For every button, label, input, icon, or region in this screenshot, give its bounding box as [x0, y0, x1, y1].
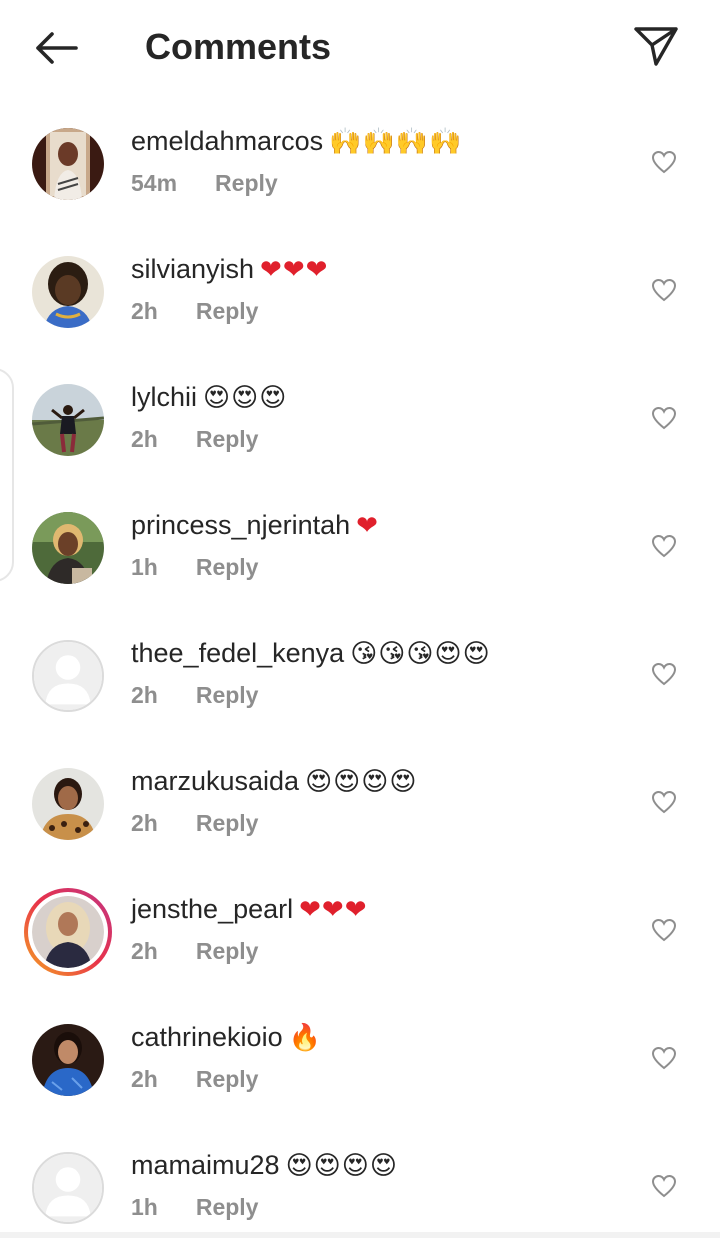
comment-time: 1h — [131, 1194, 158, 1220]
comment-text: thee_fedel_kenya 😘😘😘😍😍 2h Reply — [131, 634, 630, 711]
reply-button[interactable]: Reply — [196, 423, 259, 455]
avatar[interactable] — [32, 384, 104, 456]
comment-body: 🙌🙌🙌🙌 — [329, 127, 463, 157]
comment-body: 😍😍😍 — [203, 383, 288, 413]
comment-time: 2h — [131, 938, 158, 964]
comment-text: emeldahmarcos 🙌🙌🙌🙌 54m Reply — [131, 122, 630, 199]
page-title: Comments — [145, 26, 332, 67]
like-button[interactable] — [648, 914, 680, 946]
reply-button[interactable]: Reply — [196, 1063, 259, 1095]
heart-icon — [651, 662, 677, 686]
comment-time: 1h — [131, 554, 158, 580]
back-button[interactable] — [28, 24, 84, 72]
comment-username[interactable]: emeldahmarcos — [131, 126, 323, 156]
comment-body: ❤ — [356, 511, 379, 541]
comment-body: ❤❤❤ — [260, 255, 329, 285]
comment-text: cathrinekioio 🔥 2h Reply — [131, 1018, 630, 1095]
comment-text: silvianyish ❤❤❤ 2h Reply — [131, 250, 630, 327]
comment-body: 😍😍😍😍 — [285, 1151, 398, 1181]
header-bar: Comments — [0, 0, 720, 96]
like-button[interactable] — [648, 786, 680, 818]
comment-username[interactable]: cathrinekioio — [131, 1022, 283, 1052]
comment-item: emeldahmarcos 🙌🙌🙌🙌 54m Reply — [0, 100, 720, 228]
comment-text: jensthe_pearl ❤❤❤ 2h Reply — [131, 890, 630, 967]
comment-text: mamaimu28 😍😍😍😍 1h Reply — [131, 1146, 630, 1223]
like-button[interactable] — [648, 658, 680, 690]
reply-button[interactable]: Reply — [196, 679, 259, 711]
comment-time: 2h — [131, 426, 158, 452]
comment-text: marzukusaida 😍😍😍😍 2h Reply — [131, 762, 630, 839]
reply-button[interactable]: Reply — [196, 1191, 259, 1223]
share-button[interactable] — [628, 20, 684, 72]
comment-item: thee_fedel_kenya 😘😘😘😍😍 2h Reply — [0, 612, 720, 740]
reply-button[interactable]: Reply — [196, 551, 259, 583]
comment-item: lylchii 😍😍😍 2h Reply — [0, 356, 720, 484]
comment-username[interactable]: mamaimu28 — [131, 1150, 280, 1180]
comment-item: princess_njerintah ❤ 1h Reply — [0, 484, 720, 612]
like-button[interactable] — [648, 146, 680, 178]
avatar[interactable] — [32, 1152, 104, 1224]
comment-time: 2h — [131, 1066, 158, 1092]
comment-username[interactable]: princess_njerintah — [131, 510, 350, 540]
comment-text: princess_njerintah ❤ 1h Reply — [131, 506, 630, 583]
reply-button[interactable]: Reply — [215, 167, 278, 199]
comment-body: 😍😍😍😍 — [305, 767, 418, 797]
arrow-left-icon — [36, 32, 78, 64]
avatar[interactable] — [32, 512, 104, 584]
comments-list: emeldahmarcos 🙌🙌🙌🙌 54m Reply silvianyish… — [0, 100, 720, 1252]
like-button[interactable] — [648, 530, 680, 562]
heart-icon — [651, 790, 677, 814]
reply-button[interactable]: Reply — [196, 807, 259, 839]
comment-item: jensthe_pearl ❤❤❤ 2h Reply — [0, 868, 720, 996]
heart-icon — [651, 1174, 677, 1198]
heart-icon — [651, 150, 677, 174]
comment-time: 2h — [131, 682, 158, 708]
like-button[interactable] — [648, 274, 680, 306]
comment-text: lylchii 😍😍😍 2h Reply — [131, 378, 630, 455]
comment-item: cathrinekioio 🔥 2h Reply — [0, 996, 720, 1124]
heart-icon — [651, 918, 677, 942]
avatar[interactable] — [32, 256, 104, 328]
like-button[interactable] — [648, 1170, 680, 1202]
reply-button[interactable]: Reply — [196, 295, 259, 327]
bottom-divider — [0, 1232, 720, 1238]
avatar-story-ring[interactable] — [24, 888, 112, 976]
reply-button[interactable]: Reply — [196, 935, 259, 967]
comment-body: ❤❤❤ — [299, 895, 368, 925]
comment-username[interactable]: silvianyish — [131, 254, 254, 284]
comment-body: 🔥 — [288, 1023, 322, 1053]
heart-icon — [651, 406, 677, 430]
avatar[interactable] — [32, 1024, 104, 1096]
comment-time: 54m — [131, 170, 178, 196]
avatar[interactable] — [32, 768, 104, 840]
like-button[interactable] — [648, 402, 680, 434]
comment-username[interactable]: jensthe_pearl — [131, 894, 293, 924]
avatar[interactable] — [32, 128, 104, 200]
paper-plane-icon — [634, 27, 678, 66]
heart-icon — [651, 1046, 677, 1070]
comment-username[interactable]: thee_fedel_kenya — [131, 638, 344, 668]
comment-item: silvianyish ❤❤❤ 2h Reply — [0, 228, 720, 356]
comment-time: 2h — [131, 810, 158, 836]
comment-username[interactable]: marzukusaida — [131, 766, 299, 796]
comment-username[interactable]: lylchii — [131, 382, 197, 412]
like-button[interactable] — [648, 1042, 680, 1074]
heart-icon — [651, 534, 677, 558]
avatar[interactable] — [32, 640, 104, 712]
comment-item: marzukusaida 😍😍😍😍 2h Reply — [0, 740, 720, 868]
comment-body: 😘😘😘😍😍 — [350, 639, 491, 669]
comment-time: 2h — [131, 298, 158, 324]
heart-icon — [651, 278, 677, 302]
